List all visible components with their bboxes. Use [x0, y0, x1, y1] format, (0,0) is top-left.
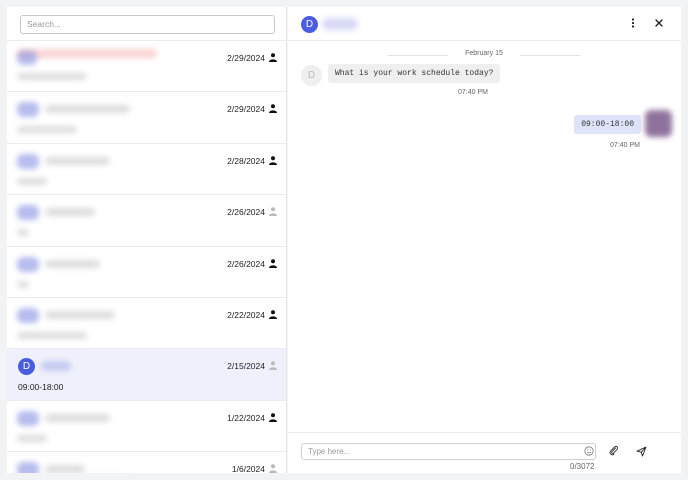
conversation-item[interactable]: 2/26/2024: [7, 195, 286, 247]
blurred-avatar: [17, 153, 39, 169]
person-icon: [269, 258, 277, 268]
smiley-icon[interactable]: [584, 446, 594, 456]
paperclip-icon[interactable]: [608, 445, 619, 456]
blurred-avatar: [17, 410, 39, 426]
blurred-avatar: [17, 51, 37, 65]
close-icon[interactable]: [653, 17, 665, 29]
blurred-preview: [17, 177, 47, 185]
message-time: 07:40 PM: [610, 142, 640, 149]
person-icon: [269, 207, 277, 217]
contact-avatar[interactable]: D: [301, 16, 318, 33]
character-counter: 0/3072: [570, 462, 595, 471]
person-icon: [269, 104, 277, 114]
outgoing-avatar: [645, 110, 672, 137]
conversation-item[interactable]: 1/22/2024: [7, 400, 286, 453]
chat-panel: D February 15 D What is your work schedu…: [288, 7, 681, 473]
incoming-avatar: D: [301, 65, 322, 86]
person-icon: [269, 361, 277, 371]
blurred-name: [45, 156, 110, 165]
conversation-item[interactable]: 2/29/2024: [7, 92, 286, 144]
person-icon: [269, 412, 277, 422]
avatar: D: [18, 358, 35, 376]
blurred-preview: [17, 280, 29, 288]
date-divider-label: February 15: [465, 50, 503, 57]
blurred-avatar: [17, 462, 39, 473]
blurred-name: [41, 361, 71, 372]
date-divider: February 15: [388, 50, 580, 60]
person-icon: [269, 53, 277, 62]
person-icon: [269, 155, 277, 165]
blurred-name: [45, 465, 85, 473]
message-input[interactable]: [301, 443, 596, 460]
blurred-name: [45, 413, 110, 422]
conversation-item-active[interactable]: D 2/15/2024 09:00-18:00: [7, 349, 286, 401]
more-vertical-icon[interactable]: [627, 17, 639, 29]
blurred-avatar: [17, 102, 39, 118]
conversation-date: 2/28/2024: [227, 155, 265, 166]
send-icon[interactable]: [636, 446, 647, 457]
conversation-date: 2/26/2024: [227, 258, 265, 269]
conversation-item[interactable]: 1/6/2024: [7, 452, 286, 473]
message-time: 07:40 PM: [458, 89, 488, 96]
blurred-preview: [17, 331, 87, 339]
blurred-name: [45, 208, 95, 217]
conversation-date: 2/15/2024: [227, 361, 265, 372]
blurred-preview: [17, 434, 47, 442]
composer: 0/3072: [288, 432, 681, 473]
outgoing-message: 09:00-18:00: [574, 115, 641, 134]
conversation-item[interactable]: 2/29/2024: [7, 41, 286, 93]
conversation-date: 2/22/2024: [227, 309, 265, 320]
search-bar: [7, 7, 286, 41]
blurred-name: [45, 310, 115, 319]
blurred-name: [45, 259, 100, 268]
blurred-name: [17, 49, 157, 58]
conversation-date: 1/22/2024: [227, 412, 265, 423]
chat-header: D: [288, 7, 681, 41]
incoming-message: What is your work schedule today?: [328, 64, 501, 83]
conversation-panel: 2/29/2024 2/29/2024 2/28/2024 2/26/2024: [7, 7, 287, 473]
conversation-item[interactable]: 2/22/2024: [7, 297, 286, 350]
person-icon: [269, 464, 277, 473]
blurred-preview: [17, 73, 87, 80]
blurred-avatar: [17, 307, 39, 323]
conversation-item[interactable]: 2/26/2024: [7, 246, 286, 298]
conversation-date: 1/6/2024: [231, 464, 265, 473]
conversation-date: 2/26/2024: [227, 207, 265, 218]
blurred-preview: [17, 229, 29, 237]
search-input[interactable]: [20, 14, 275, 34]
conversation-list: 2/29/2024 2/29/2024 2/28/2024 2/26/2024: [7, 41, 286, 473]
conversation-item[interactable]: 2/28/2024: [7, 143, 286, 196]
blurred-avatar: [17, 205, 39, 221]
blurred-contact-name: [322, 18, 358, 30]
conversation-date: 2/29/2024: [227, 53, 265, 63]
conversation-preview: 09:00-18:00: [18, 382, 64, 393]
person-icon: [269, 310, 277, 319]
blurred-name: [45, 105, 130, 114]
blurred-avatar: [17, 256, 39, 272]
blurred-preview: [17, 126, 77, 134]
conversation-date: 2/29/2024: [227, 104, 265, 115]
